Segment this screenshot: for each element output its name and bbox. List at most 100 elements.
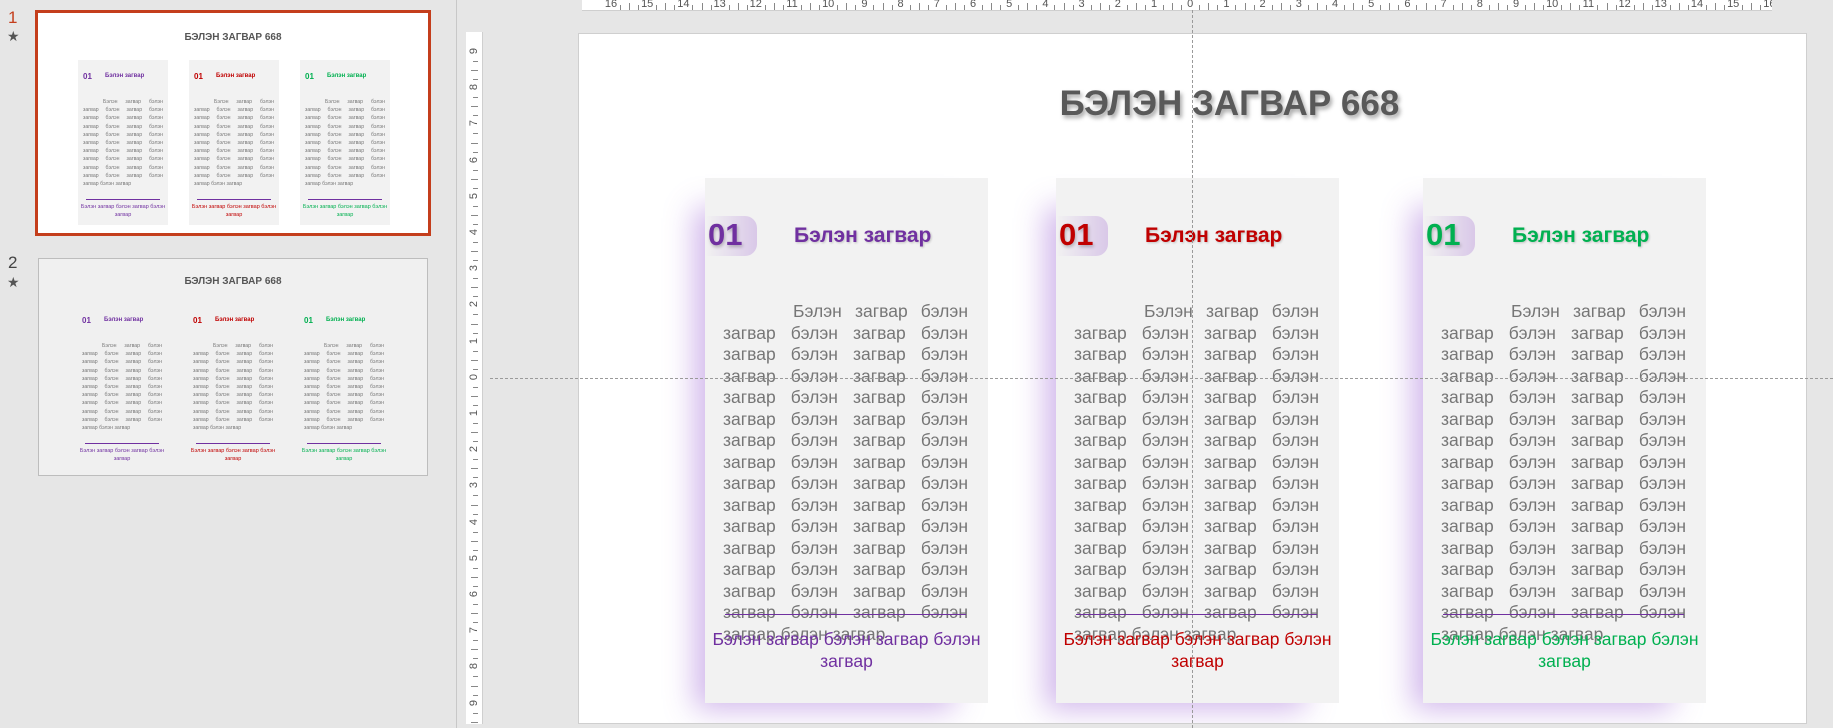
thumb-card-body: Бэлэн загвар бэлэн загвар бэлэн загвар б… [82,343,162,432]
ruler-tick [927,5,929,10]
thumb-card: 01 Бэлэн загвар Бэлэн загвар бэлэн загва… [300,60,390,225]
thumb-card-heading: Бэлэн загвар [215,317,255,323]
pane-divider[interactable] [456,0,457,728]
ruler-tick [1715,3,1717,10]
ruler-tick [656,5,658,10]
slide-thumbnail-2[interactable]: БЭЛЭН ЗАГВАР 668 01 Бэлэн загвар Бэлэн з… [38,258,428,476]
ruler-tick [473,97,478,99]
slide-thumbnail-1[interactable]: БЭЛЭН ЗАГВАР 668 01 Бэлэн загвар Бэлэн з… [35,10,431,236]
card-body-text: Бэлэн загвар бэлэн загвар бэлэн загвар б… [1074,301,1319,644]
ruler-tick [473,205,478,207]
ruler-tick [473,278,478,280]
ruler-tick [1416,5,1418,10]
thumb-card-heading: Бэлэн загвар [104,317,144,323]
ruler-tick [473,676,478,678]
ruler-tick [473,61,478,63]
ruler-tick-label: 4 [468,518,480,525]
horizontal-guide[interactable] [490,378,1833,379]
ruler-tick [471,649,478,651]
ruler-tick-label: 4 [468,228,480,236]
thumb-card-footer: Бэлэн загвар бэлэн загвар бэлэн загвар [190,448,276,462]
ruler-tick [1561,5,1563,10]
ruler-tick [746,5,748,10]
ruler-tick-label: 4 [1042,0,1049,10]
card-footer: Бэлэн загвар бэлэн загвар бэлэн загвар [712,629,981,671]
ruler-tick [1054,5,1056,10]
ruler-tick [991,3,993,10]
ruler-tick [1036,5,1038,10]
content-card[interactable]: 01 Бэлэн загвар Бэлэн загвар бэлэн загва… [705,178,988,703]
ruler-tick [1579,5,1581,10]
ruler-tick [801,5,803,10]
ruler-tick-label: 7 [468,120,480,127]
ruler-tick-label: 6 [468,156,480,163]
ruler-tick-label: 5 [468,554,480,561]
ruler-tick-label: 12 [1618,0,1631,10]
ruler-tick [1235,5,1237,10]
ruler-tick [1678,3,1680,10]
ruler-tick [1425,3,1427,10]
ruler-tick [473,567,478,569]
ruler-tick-label: 8 [468,84,480,91]
thumb-card-divider [197,199,271,200]
thumb-card-heading: Бэлэн загвар [326,317,366,323]
thumb-card-body: Бэлэн загвар бэлэн загвар бэлэн загвар б… [305,99,385,188]
thumb-card-number: 01 [304,316,313,325]
thumb-card-footer: Бэлэн загвар бэлэн загвар бэлэн загвар [79,448,165,462]
slide-number-1: 1 [8,8,18,27]
ruler-tick [1751,3,1753,10]
thumb-card-divider [86,199,160,200]
ruler-tick [692,5,694,10]
ruler-tick-label: 13 [1654,0,1667,10]
ruler-tick-label: 5 [1006,0,1013,10]
ruler-tick [1687,5,1689,10]
content-card[interactable]: 01 Бэлэн загвар Бэлэн загвар бэлэн загва… [1423,178,1706,703]
ruler-tick [1606,3,1608,10]
vertical-ruler[interactable]: 9 8 7 6 5 4 3 2 1 0 1 2 3 4 5 6 7 8 9 [466,32,483,724]
ruler-tick-label: 4 [1331,0,1339,10]
ruler-tick-label: 5 [1368,0,1375,10]
ruler-tick [701,3,703,10]
ruler-tick [1724,5,1726,10]
ruler-tick [1706,5,1708,10]
ruler-tick [1172,3,1174,10]
thumb-card-footer: Бэлэн загвар бэлэн загвар бэлэн загвар [191,204,277,218]
ruler-tick [963,5,965,10]
ruler-tick [1534,3,1536,10]
ruler-tick-label: 7 [468,627,480,634]
ruler-tick [1615,5,1617,10]
ruler-tick [473,495,478,497]
vertical-guide[interactable] [1192,10,1193,728]
ruler-tick-label: 16 [1763,0,1772,10]
thumb-card-body: Бэлэн загвар бэлэн загвар бэлэн загвар б… [193,343,273,432]
ruler-tick-label: 1 [468,337,480,344]
ruler-tick [945,5,947,10]
ruler-tick-label: 8 [1476,0,1483,10]
ruler-tick [819,5,821,10]
horizontal-ruler[interactable]: 16 15 14 13 12 11 10 9 8 7 6 5 4 3 2 1 0 1 2 3 4 5 6 7 8 9 10 11 12 1… [582,0,1772,11]
thumb-card-heading: Бэлэн загвар [216,73,256,79]
ruler-tick [982,5,984,10]
ruler-tick [918,3,920,10]
content-card[interactable]: 01 Бэлэн загвар Бэлэн загвар бэлэн загва… [1056,178,1339,703]
ruler-tick [1316,3,1318,10]
ruler-tick [1099,3,1101,10]
ruler-tick [764,5,766,10]
ruler-tick [1543,5,1545,10]
card-body-text: Бэлэн загвар бэлэн загвар бэлэн загвар б… [1441,301,1686,644]
thumb-card-heading: Бэлэн загвар [105,73,145,79]
thumb-title: БЭЛЭН ЗАГВАР 668 [184,276,282,287]
ruler-tick [1389,3,1391,10]
ruler-tick [1633,5,1635,10]
thumb-card-number: 01 [305,72,314,81]
ruler-tick-label: 2 [468,301,480,308]
ruler-tick-label: 5 [468,192,480,199]
thumb-card-divider [85,443,159,444]
ruler-tick-label: 11 [786,0,798,10]
ruler-tick-label: 6 [468,590,480,598]
ruler-tick-label: 13 [713,0,726,10]
ruler-tick [1199,5,1201,10]
ruler-tick [473,242,478,244]
card-footer: Бэлэн загвар бэлэн загвар бэлэн загвар [1430,629,1699,671]
thumb-card-footer: Бэлэн загвар бэлэн загвар бэлэн загвар [80,204,166,218]
